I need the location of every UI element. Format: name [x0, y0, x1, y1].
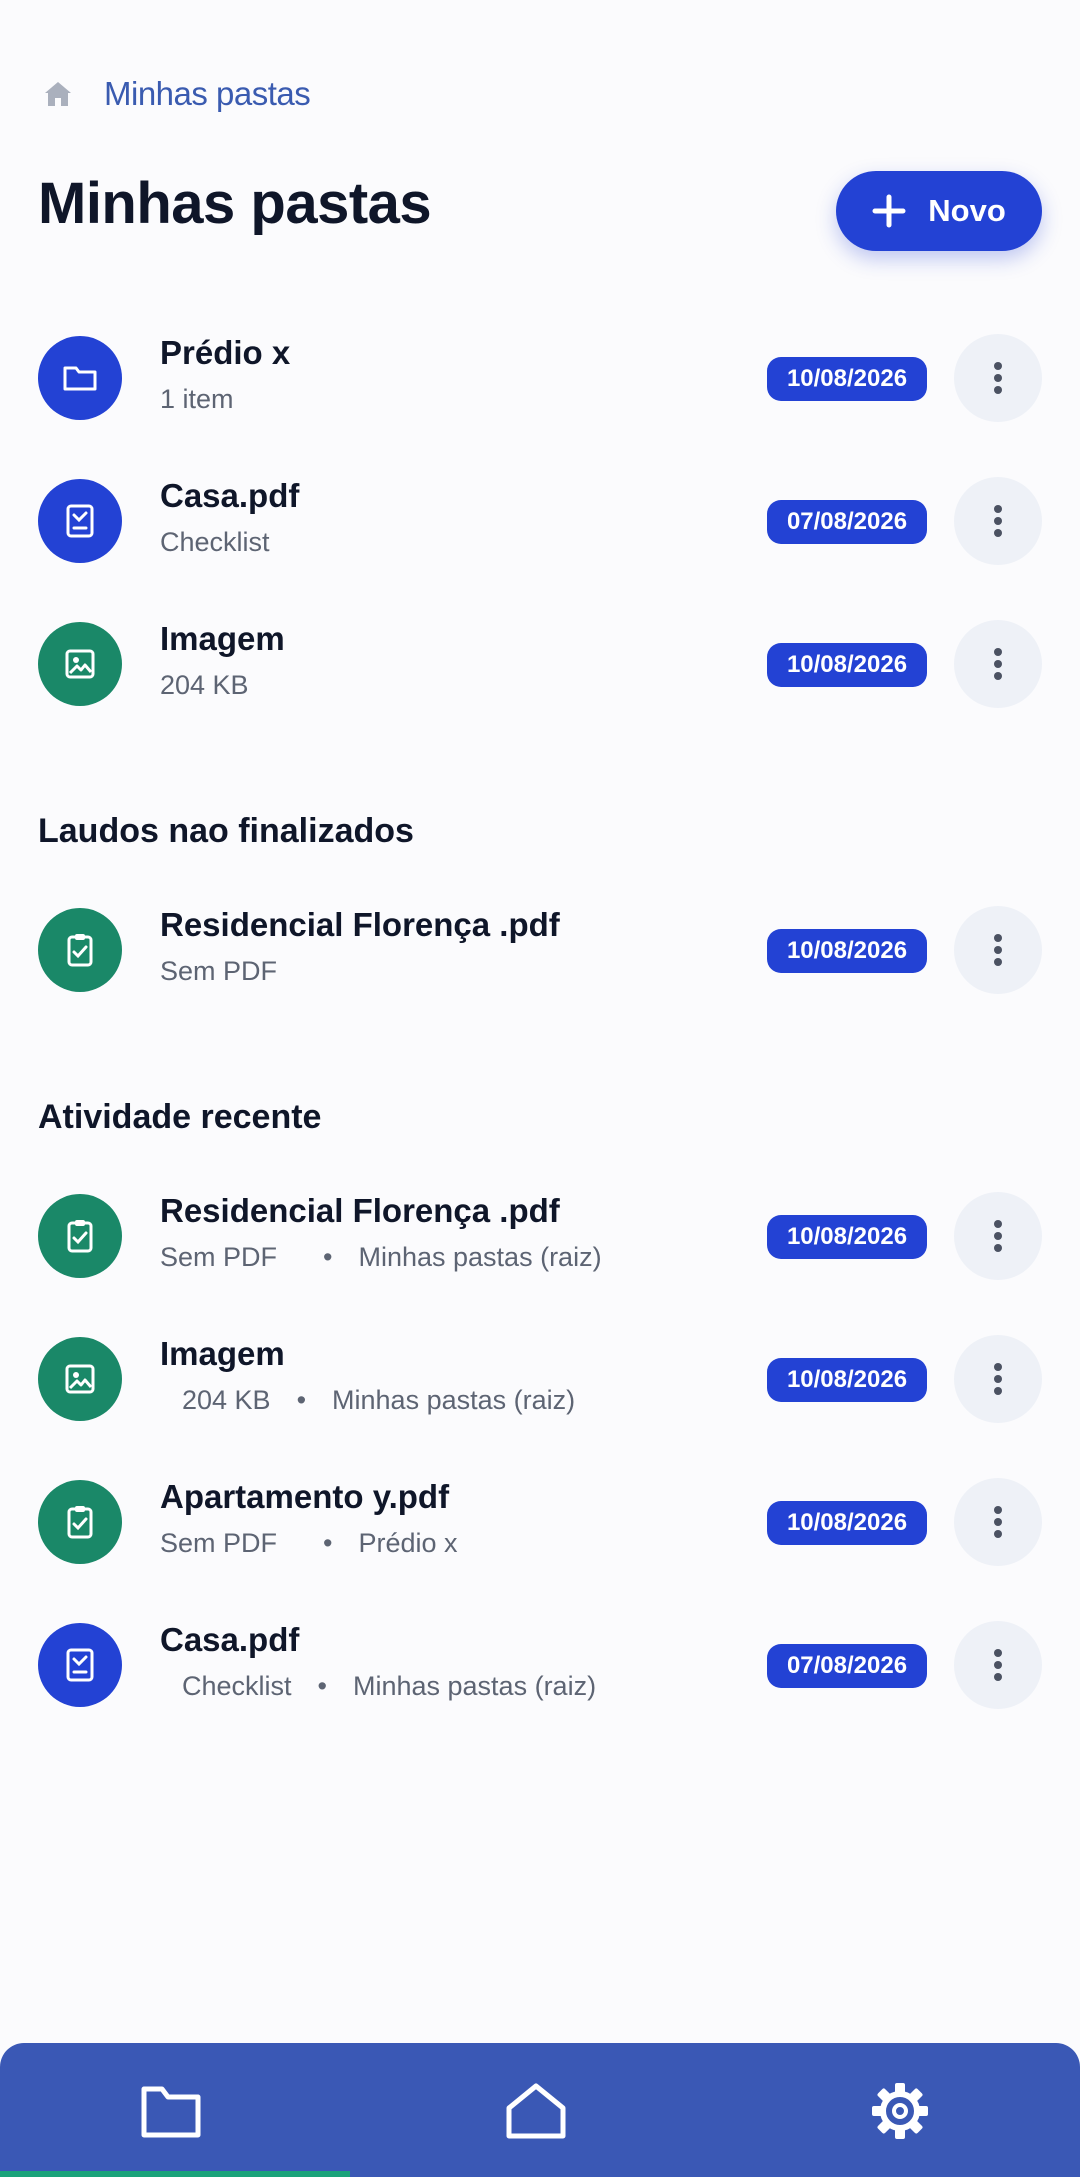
section-title-pending: Laudos nao finalizados	[38, 812, 414, 850]
list-item[interactable]: Imagem 204 KB • Minhas pastas (raiz) 10/…	[0, 1329, 1080, 1429]
clipboard-check-icon	[38, 1194, 122, 1278]
item-meta: Sem PDF	[160, 1242, 278, 1272]
kebab-menu-icon	[994, 1649, 1002, 1681]
item-name: Prédio x	[160, 334, 291, 371]
item-name: Casa.pdf	[160, 477, 300, 514]
date-badge: 10/08/2026	[767, 357, 927, 401]
breadcrumb-current[interactable]: Minhas pastas	[104, 75, 311, 113]
list-item[interactable]: Casa.pdf Checklist • Minhas pastas (raiz…	[0, 1615, 1080, 1715]
home-icon[interactable]	[38, 74, 78, 114]
item-location: Minhas pastas (raiz)	[332, 1385, 576, 1415]
separator-dot: •	[296, 1385, 307, 1415]
new-button[interactable]: Novo	[836, 171, 1042, 251]
item-meta: 204 KB	[182, 1385, 271, 1415]
date-badge: 10/08/2026	[767, 1358, 927, 1402]
more-options-button[interactable]	[954, 1478, 1042, 1566]
separator-dot: •	[317, 1671, 327, 1701]
more-options-button[interactable]	[954, 906, 1042, 994]
list-item[interactable]: Imagem 204 KB 10/08/2026	[0, 614, 1080, 714]
nav-home-button[interactable]	[496, 2071, 576, 2151]
date-badge: 10/08/2026	[767, 929, 927, 973]
home-nav-icon	[506, 2083, 566, 2139]
item-name: Apartamento y.pdf	[160, 1478, 450, 1515]
checklist-doc-icon	[38, 479, 122, 563]
separator-dot: •	[323, 1528, 333, 1558]
item-meta: Sem PDF	[160, 956, 278, 986]
item-meta: Sem PDF	[160, 1528, 278, 1558]
date-badge: 10/08/2026	[767, 643, 927, 687]
more-options-button[interactable]	[954, 620, 1042, 708]
date-badge: 10/08/2026	[767, 1501, 927, 1545]
bottom-navigation	[0, 2043, 1080, 2177]
nav-folders-button[interactable]	[131, 2071, 211, 2151]
date-badge: 07/08/2026	[767, 1644, 927, 1688]
item-meta: Checklist	[160, 527, 270, 557]
kebab-menu-icon	[994, 1220, 1002, 1252]
item-name: Residencial Florença .pdf	[160, 906, 560, 943]
clipboard-check-icon	[38, 908, 122, 992]
active-tab-indicator	[0, 2171, 350, 2177]
list-item[interactable]: Prédio x 1 item 10/08/2026	[0, 328, 1080, 428]
section-title-recent: Atividade recente	[38, 1098, 322, 1136]
kebab-menu-icon	[994, 505, 1002, 537]
folder-icon	[38, 336, 122, 420]
item-meta: Checklist	[182, 1671, 292, 1701]
plus-icon	[872, 194, 906, 228]
list-item[interactable]: Residencial Florença .pdf Sem PDF • Minh…	[0, 1186, 1080, 1286]
item-location: Minhas pastas (raiz)	[352, 1671, 597, 1701]
list-item[interactable]: Residencial Florença .pdf Sem PDF 10/08/…	[0, 900, 1080, 1000]
more-options-button[interactable]	[954, 334, 1042, 422]
folder-nav-icon	[141, 2086, 201, 2138]
separator-dot: •	[323, 1242, 333, 1272]
item-name: Casa.pdf	[160, 1621, 300, 1658]
item-name: Residencial Florença .pdf	[160, 1192, 560, 1229]
more-options-button[interactable]	[954, 1192, 1042, 1280]
settings-gear-icon	[872, 2083, 928, 2139]
clipboard-check-icon	[38, 1480, 122, 1564]
nav-settings-button[interactable]	[860, 2071, 940, 2151]
checklist-doc-icon	[38, 1623, 122, 1707]
kebab-menu-icon	[994, 934, 1002, 966]
list-item[interactable]: Casa.pdf Checklist 07/08/2026	[0, 471, 1080, 571]
breadcrumb: Minhas pastas	[38, 70, 311, 118]
kebab-menu-icon	[994, 648, 1002, 680]
item-location: Prédio x	[358, 1528, 458, 1558]
image-icon	[38, 622, 122, 706]
item-name: Imagem	[160, 1335, 285, 1372]
item-meta: 204 KB	[160, 670, 249, 700]
more-options-button[interactable]	[954, 1621, 1042, 1709]
item-location: Minhas pastas (raiz)	[358, 1242, 602, 1272]
new-button-label: Novo	[928, 193, 1006, 228]
item-meta: 1 item	[160, 384, 234, 414]
item-name: Imagem	[160, 620, 285, 657]
page-title: Minhas pastas	[38, 171, 432, 236]
kebab-menu-icon	[994, 1506, 1002, 1538]
date-badge: 07/08/2026	[767, 500, 927, 544]
more-options-button[interactable]	[954, 1335, 1042, 1423]
kebab-menu-icon	[994, 1363, 1002, 1395]
kebab-menu-icon	[994, 362, 1002, 394]
more-options-button[interactable]	[954, 477, 1042, 565]
list-item[interactable]: Apartamento y.pdf Sem PDF • Prédio x 10/…	[0, 1472, 1080, 1572]
date-badge: 10/08/2026	[767, 1215, 927, 1259]
image-icon	[38, 1337, 122, 1421]
